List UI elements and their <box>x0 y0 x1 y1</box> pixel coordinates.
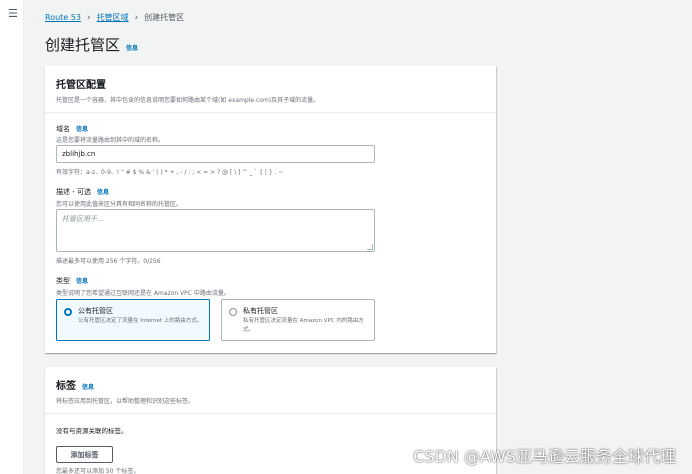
description-label: 描述 - 可选 <box>56 188 91 196</box>
description-help: 您可以使用此值来区分具有相同名称的托管区。 <box>56 201 183 208</box>
radio-unselected-icon[interactable] <box>229 308 237 316</box>
tags-panel-description: 将标签应用到托管区，以帮助整理和识别这些标签。 <box>56 398 195 405</box>
page-info-link[interactable]: 信息 <box>126 43 138 52</box>
resize-handle-icon[interactable] <box>367 244 373 250</box>
public-zone-description: 公有托管区决定了流量在 Internet 上的路由方式。 <box>78 318 203 324</box>
tag-limit-text: 您最多还可以添加 50 个标签。 <box>56 468 140 474</box>
chevron-right-icon: › <box>134 12 139 23</box>
description-placeholder: 托管区用于... <box>62 215 104 223</box>
breadcrumb-current: 创建托管区 <box>144 13 185 22</box>
tags-panel-title: 标签 <box>56 381 76 392</box>
radio-selected-icon[interactable] <box>64 308 72 316</box>
description-textarea[interactable]: 托管区用于... <box>56 209 375 252</box>
config-panel-header: 托管区配置 托管区是一个容器，其中包含的信息说明您要如何路由某个域(如 exam… <box>45 66 496 113</box>
menu-icon[interactable]: ☰ <box>8 8 18 19</box>
page-header: 创建托管区 信息 <box>45 34 138 55</box>
public-zone-title: 公有托管区 <box>78 307 113 315</box>
no-tags-text: 没有与资源关联的标签。 <box>56 427 128 435</box>
description-constraint: 描述最多可以使用 256 个字符。0/256 <box>56 258 161 265</box>
breadcrumb-route53-link[interactable]: Route 53 <box>45 13 81 22</box>
domain-name-input[interactable]: zblihjb.cn <box>56 145 375 163</box>
type-label: 类型 <box>56 277 70 285</box>
description-label-row: 描述 - 可选 信息 <box>56 187 109 197</box>
chevron-right-icon: › <box>86 12 91 23</box>
private-hosted-zone-tile[interactable]: 私有托管区 私有托管区决定流量在 Amazon VPC 内的路由方式。 <box>221 299 375 341</box>
add-tag-button[interactable]: 添加标签 <box>56 446 113 463</box>
csdn-watermark: CSDN @AWS亚马逊云服务全球代理 <box>413 447 676 466</box>
page-title: 创建托管区 <box>45 36 121 54</box>
domain-label: 域名 <box>56 125 70 133</box>
domain-constraint: 有效字符：a-z、0-9、! " # $ % & ' ( ) * + , - /… <box>56 169 284 176</box>
breadcrumb-hosted-zones-link[interactable]: 托管区域 <box>97 12 129 23</box>
config-panel-title: 托管区配置 <box>56 80 106 91</box>
description-info-link[interactable]: 信息 <box>97 187 109 196</box>
private-zone-title: 私有托管区 <box>243 307 278 315</box>
tags-panel-header: 标签 信息 将标签应用到托管区，以帮助整理和识别这些标签。 <box>45 367 496 414</box>
public-hosted-zone-tile[interactable]: 公有托管区 公有托管区决定了流量在 Internet 上的路由方式。 <box>56 299 210 341</box>
breadcrumb: Route 53 › 托管区域 › 创建托管区 <box>45 12 184 23</box>
domain-label-row: 域名 信息 <box>56 124 88 134</box>
side-navigation-rail: ☰ <box>0 0 24 474</box>
config-panel-description: 托管区是一个容器，其中包含的信息说明您要如何路由某个域(如 example.co… <box>56 97 320 104</box>
hosted-zone-config-panel: 托管区配置 托管区是一个容器，其中包含的信息说明您要如何路由某个域(如 exam… <box>45 66 496 353</box>
private-zone-description: 私有托管区决定流量在 Amazon VPC 内的路由方式。 <box>243 318 364 333</box>
domain-info-link[interactable]: 信息 <box>76 124 88 133</box>
type-label-row: 类型 信息 <box>56 276 88 286</box>
type-description: 类型说明了您希望通过互联网还是在 Amazon VPC 中路由流量。 <box>56 290 230 297</box>
type-info-link[interactable]: 信息 <box>76 276 88 285</box>
domain-description: 这是您要将流量路由到其中的域的名称。 <box>56 137 165 144</box>
tags-info-link[interactable]: 信息 <box>82 382 94 391</box>
